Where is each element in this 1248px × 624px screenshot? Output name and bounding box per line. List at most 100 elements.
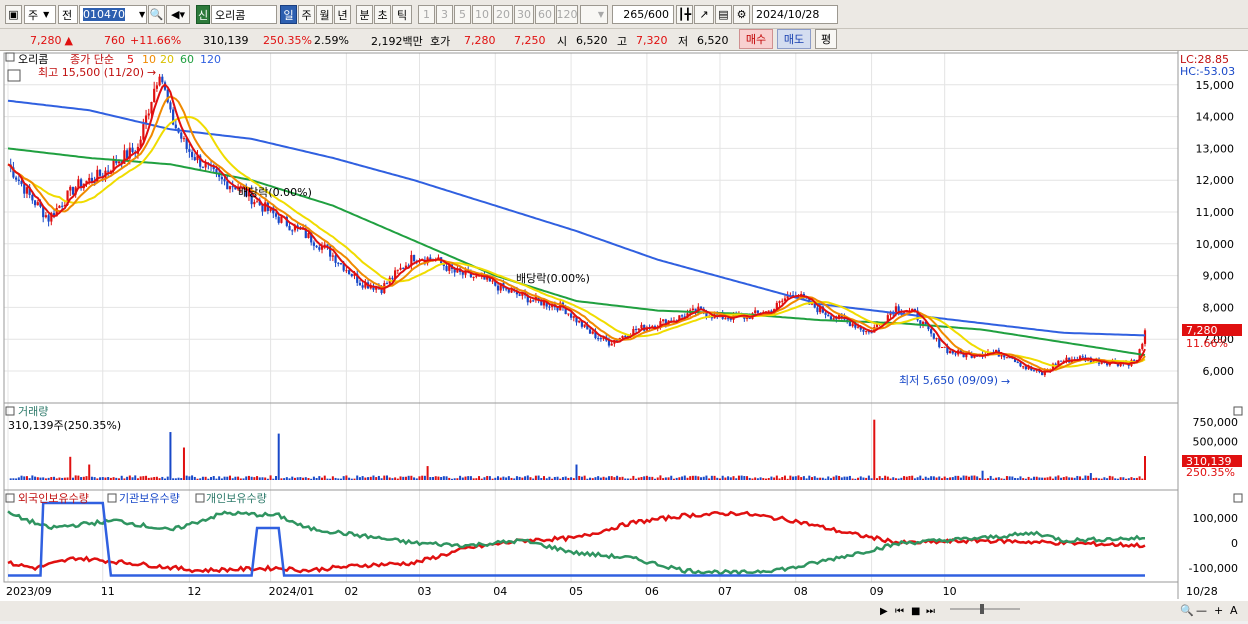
panel-menu-icon[interactable] [195,493,205,503]
volume-bar [1111,476,1114,480]
interval-60-button[interactable]: 60 [535,5,555,24]
volume-bar [654,478,657,480]
interval-dropdown[interactable]: ▼ [580,5,608,24]
candle-body [1081,356,1084,358]
period-month-button[interactable]: 월 [316,5,333,24]
candle-icon[interactable]: ┃╋ [676,5,693,24]
panel-menu-icon[interactable] [5,52,15,62]
volume-bar [380,478,383,480]
gear-icon[interactable]: ⚙ [733,5,750,24]
chart-area[interactable]: 6,000 7,000 8,000 9,000 10,000 11,000 12,000 13… [0,51,1248,621]
volume-bar [1100,478,1103,480]
volume-bar [545,478,548,480]
count-field[interactable]: 265/600 [612,5,674,24]
candle-body [930,329,933,334]
first-icon[interactable]: ⏮ [895,606,904,617]
volume-bar [897,478,900,480]
candle-body [69,186,72,191]
search-icon[interactable]: 🔍 [148,5,165,24]
candle-body [201,166,205,168]
panel-menu-icon[interactable] [5,493,15,503]
period-minute-button[interactable]: 분 [356,5,373,24]
prev-button[interactable]: 전 [58,5,78,24]
last-icon[interactable]: ⏭ [926,606,935,617]
volume-bar [34,476,37,480]
period-tick-button[interactable]: 틱 [392,5,412,24]
candle-body [47,215,50,222]
interval-5-button[interactable]: 5 [454,5,471,24]
volume-bar [995,477,998,480]
buy-button[interactable]: 매수 [739,29,773,49]
market-select[interactable]: 주 ▼ [24,5,56,24]
panel-menu-icon[interactable] [107,493,117,503]
volume-bar [965,475,968,480]
volume-bar [637,477,640,480]
volume-bar [1019,476,1022,480]
volume-bar [775,475,778,480]
stock-code-input[interactable]: 010470 ▼ [79,5,147,24]
interval-30-button[interactable]: 30 [514,5,534,24]
price-marker-rate: 11.66% [1186,337,1228,350]
interval-3-button[interactable]: 3 [436,5,453,24]
x-tick-label: 12 [187,585,201,598]
volume-bar [835,475,838,480]
close-icon[interactable] [1233,493,1243,503]
interval-1-button[interactable]: 1 [418,5,435,24]
draw-icon[interactable]: ↗ [694,5,714,24]
volume-bar [39,477,42,480]
close-icon[interactable] [1233,406,1243,416]
panel-menu-icon[interactable] [5,406,15,416]
speaker-icon[interactable]: ◀▾ [166,5,190,24]
x-tick-label: 03 [417,585,431,598]
eval-button[interactable]: 평 [815,29,837,49]
volume-bar [423,475,426,480]
volume-bar [142,476,145,480]
zoom-slider-handle[interactable] [980,604,984,614]
price-tick-label: 15,000 [1196,79,1235,92]
volume-bar [215,478,218,480]
volume-bar [632,475,635,480]
volume-bar [997,477,1000,480]
volume-bar [854,478,857,480]
volume-bar [486,475,489,480]
volume-bar [1000,478,1003,480]
period-week-button[interactable]: 주 [298,5,315,24]
volume-bar [662,478,665,480]
volume-bar [843,476,846,480]
interval-120-button[interactable]: 120 [556,5,578,24]
candle-body [277,216,280,223]
volume-bar [556,476,559,480]
sell-button[interactable]: 매도 [777,29,811,49]
ma5-legend: 5 [127,53,134,66]
period-second-button[interactable]: 초 [374,5,391,24]
x-tick-label: 07 [718,585,732,598]
date-field[interactable]: 2024/10/28 [752,5,838,24]
save-icon[interactable]: ▤ [715,5,732,24]
text-icon[interactable]: A [1230,604,1238,617]
volume-bar [683,475,686,480]
window-menu-icon[interactable]: ▣ [5,5,22,24]
volume-bar [521,477,524,480]
stop-icon[interactable]: ■ [911,606,920,617]
candle-body [610,343,613,346]
volume-bar [702,476,705,480]
table-icon[interactable] [7,69,21,82]
period-year-button[interactable]: 년 [334,5,351,24]
volume-bar [940,478,943,480]
volume-bar [112,477,115,480]
volume-bar [827,476,830,480]
zoom-icon[interactable]: 🔍 [1180,603,1194,617]
interval-10-button[interactable]: 10 [472,5,492,24]
volume-bar [283,478,286,480]
volume-bar [513,478,516,480]
volume-bar [199,478,202,480]
volume-bar [875,478,878,480]
volume-bar [629,478,632,480]
scroll-right-icon[interactable]: ▶ [880,606,888,617]
interval-20-button[interactable]: 20 [493,5,513,24]
zoom-out-icon[interactable]: — [1196,604,1207,617]
period-day-button[interactable]: 일 [280,5,297,24]
zoom-in-icon[interactable]: + [1214,604,1223,617]
price-tick-label: 6,000 [1203,365,1235,378]
candle-body [529,300,532,303]
